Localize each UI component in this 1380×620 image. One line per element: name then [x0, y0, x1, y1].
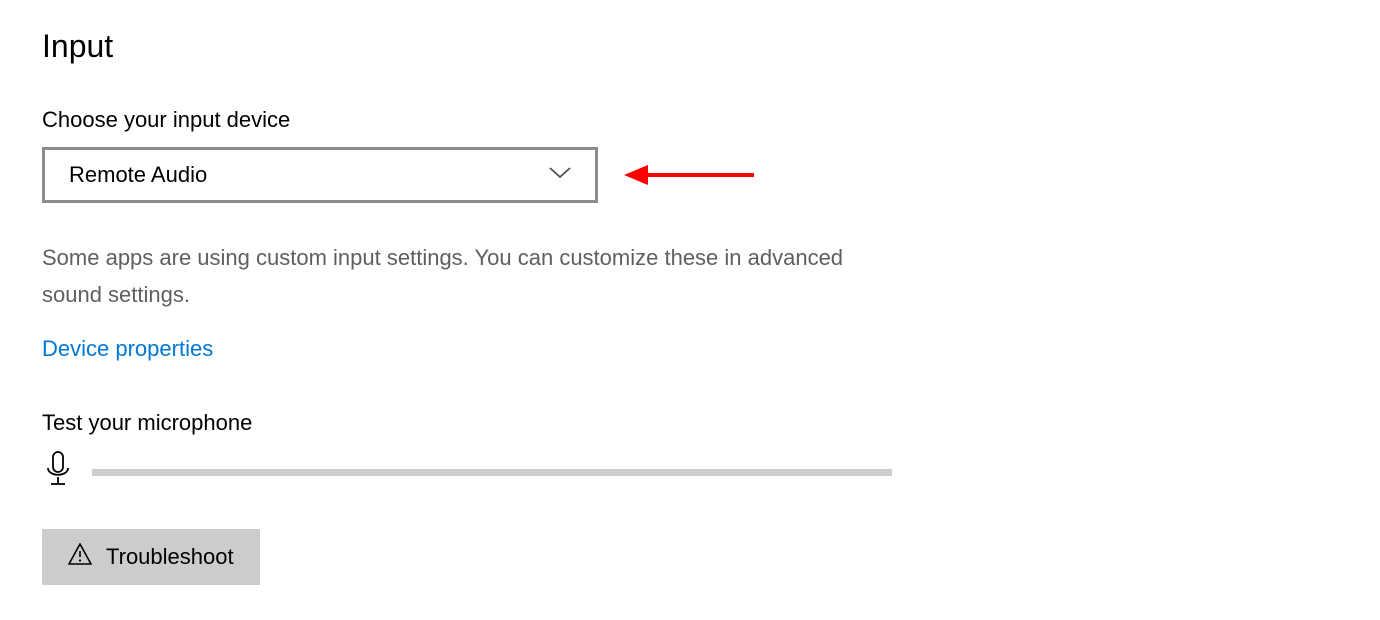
device-properties-link[interactable]: Device properties — [42, 336, 213, 362]
warning-icon — [68, 543, 92, 571]
troubleshoot-label: Troubleshoot — [106, 544, 234, 570]
dropdown-row: Remote Audio — [42, 147, 1338, 203]
custom-settings-info: Some apps are using custom input setting… — [42, 239, 862, 314]
arrow-annotation — [624, 161, 754, 189]
input-device-dropdown[interactable]: Remote Audio — [42, 147, 598, 203]
mic-test-row — [42, 450, 1338, 495]
section-title: Input — [42, 28, 1338, 65]
choose-input-label: Choose your input device — [42, 107, 1338, 133]
input-device-value: Remote Audio — [69, 162, 207, 188]
test-mic-label: Test your microphone — [42, 410, 1338, 436]
mic-level-meter — [92, 469, 892, 476]
troubleshoot-button[interactable]: Troubleshoot — [42, 529, 260, 585]
chevron-down-icon — [549, 166, 571, 185]
microphone-icon — [42, 450, 74, 495]
